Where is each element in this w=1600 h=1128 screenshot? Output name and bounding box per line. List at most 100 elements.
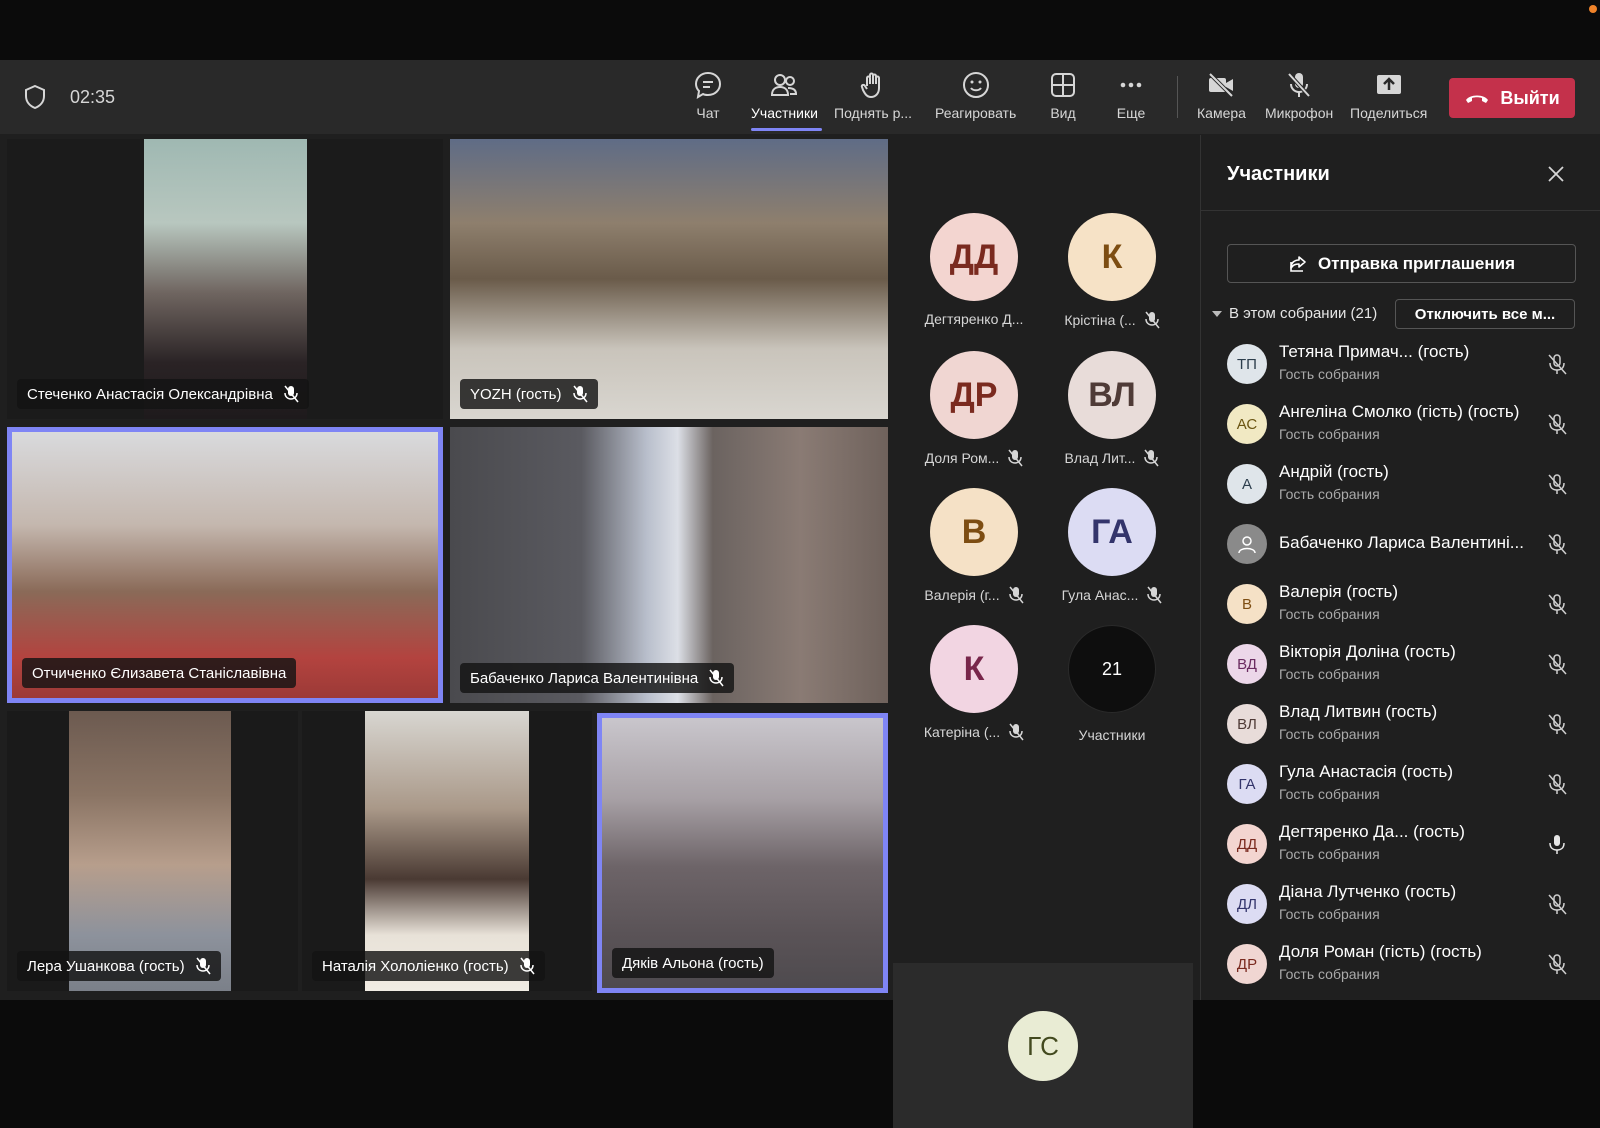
mic-off-icon xyxy=(1008,586,1024,604)
mic-off-icon xyxy=(195,957,211,975)
participant-row[interactable]: ДД Дегтяренко Да... (гость) Гость собрания xyxy=(1201,814,1600,874)
section-toggle[interactable]: В этом собрании (21) xyxy=(1211,305,1377,322)
mic-off-icon[interactable] xyxy=(1546,653,1568,675)
video-tile[interactable]: Бабаченко Лариса Валентинівна xyxy=(450,427,888,703)
avatar-tile[interactable]: ДД Дегтяренко Д... xyxy=(908,213,1040,343)
participant-row[interactable]: ГА Гула Анастасія (гость) Гость собрания xyxy=(1201,754,1600,814)
self-view-tile[interactable]: ГС xyxy=(893,963,1193,1128)
mic-off-icon[interactable] xyxy=(1546,413,1568,435)
close-icon[interactable] xyxy=(1547,165,1565,183)
participant-role: Гость собрания xyxy=(1279,966,1380,982)
mic-label: Микрофон xyxy=(1265,105,1334,121)
mic-off-icon xyxy=(1008,449,1023,467)
video-tile[interactable]: Стеченко Анастасія Олександрівна xyxy=(7,139,443,419)
toolbar-divider xyxy=(1177,76,1178,118)
video-tile[interactable]: YOZH (гость) xyxy=(450,139,888,419)
participant-name: Бабаченко Лариса Валентинівна xyxy=(470,669,699,687)
participant-role: Гость собрания xyxy=(1279,366,1380,382)
participants-button[interactable]: Участники xyxy=(751,70,818,128)
participants-overflow-tile[interactable]: 21 Участники xyxy=(1046,625,1178,755)
mic-off-icon[interactable] xyxy=(1546,533,1568,555)
send-invite-button[interactable]: Отправка приглашения xyxy=(1227,244,1576,283)
participant-row[interactable]: ТП Тетяна Примач... (гость) Гость собрания xyxy=(1201,334,1600,394)
react-button[interactable]: Реагировать xyxy=(935,70,1016,128)
mic-off-icon[interactable] xyxy=(1546,713,1568,735)
mic-off-icon[interactable] xyxy=(1546,773,1568,795)
participant-count: 21 xyxy=(1068,625,1156,713)
mic-off-icon xyxy=(1144,449,1160,467)
share-button[interactable]: Поделиться xyxy=(1350,70,1427,128)
video-tile-active-speaker[interactable]: Отчиченко Єлизавета Станіславівна xyxy=(7,427,443,703)
grid-icon xyxy=(1051,73,1075,97)
participant-row[interactable]: ДЛ Діана Лутченко (гость) Гость собрания xyxy=(1201,874,1600,934)
mic-off-icon[interactable] xyxy=(1546,473,1568,495)
camera-button[interactable]: Камера xyxy=(1197,70,1246,128)
participant-nametag: Бабаченко Лариса Валентинівна xyxy=(460,663,735,693)
participant-name: Ангеліна Смолко (гість) (гость) xyxy=(1279,402,1520,421)
participant-name: Отчиченко Єлизавета Станіславівна xyxy=(32,664,287,682)
participant-name: Гула Анастасія (гость) xyxy=(1279,762,1453,781)
avatar-tile[interactable]: В Валерія (г... xyxy=(908,488,1040,618)
ellipsis-icon xyxy=(1120,82,1142,88)
avatar: ДР xyxy=(930,351,1018,439)
participant-nametag: Дяків Альона (гость) xyxy=(612,948,774,978)
participant-nametag: Стеченко Анастасія Олександрівна xyxy=(17,379,309,409)
share-label: Поделиться xyxy=(1350,105,1428,121)
avatar: ТП xyxy=(1227,344,1267,384)
avatar-tile[interactable]: ДР Доля Ром... xyxy=(908,351,1040,481)
mute-all-button[interactable]: Отключить все м... xyxy=(1395,299,1575,329)
avatar-tile[interactable]: ВЛ Влад Лит... xyxy=(1046,351,1178,481)
mic-off-icon[interactable] xyxy=(1546,893,1568,915)
mic-off-icon xyxy=(572,385,588,403)
participant-name: Дяків Альона (гость) xyxy=(622,954,764,972)
chat-button[interactable]: Чат xyxy=(693,70,723,128)
participant-name: Діана Лутченко (гость) xyxy=(1279,882,1457,901)
divider xyxy=(1201,210,1600,211)
chevron-down-icon xyxy=(1212,310,1222,317)
participant-role: Гость собрания xyxy=(1279,906,1380,922)
video-tile-active-speaker[interactable]: Дяків Альона (гость) xyxy=(597,713,888,993)
mic-off-icon[interactable] xyxy=(1546,353,1568,375)
meeting-toolbar: 02:35 Чат Участники Поднять р... Реагиро… xyxy=(0,60,1600,135)
avatar xyxy=(1227,524,1267,564)
raise-hand-button[interactable]: Поднять р... xyxy=(834,70,912,128)
participant-row[interactable]: ДР Доля Роман (гість) (гость) Гость собран… xyxy=(1201,934,1600,994)
more-button[interactable]: Еще xyxy=(1116,70,1146,128)
avatar-tile[interactable]: ГА Гула Анас... xyxy=(1046,488,1178,618)
avatar-tile[interactable]: К Катеріна (... xyxy=(908,625,1040,755)
hangup-icon xyxy=(1466,95,1489,103)
participant-row[interactable]: А Андрій (гость) Гость собрания xyxy=(1201,454,1600,514)
video-tile[interactable]: Наталія Хололіенко (гость) xyxy=(302,711,592,991)
leave-button[interactable]: Выйти xyxy=(1449,78,1575,118)
participant-row[interactable]: В Валерія (гость) Гость собрания xyxy=(1201,574,1600,634)
avatar-name: Валерія (г... xyxy=(924,587,1000,603)
participant-row[interactable]: ВД Вікторія Доліна (гость) Гость собрания xyxy=(1201,634,1600,694)
mic-button[interactable]: Микрофон xyxy=(1265,70,1333,128)
recording-dot-icon xyxy=(1589,5,1597,13)
avatar-tile[interactable]: К Крістіна (... xyxy=(1046,213,1178,343)
avatar: ДД xyxy=(930,213,1018,301)
hand-icon xyxy=(860,72,881,98)
mic-off-icon[interactable] xyxy=(1546,593,1568,615)
mic-off-icon xyxy=(284,385,299,403)
mic-icon[interactable] xyxy=(1546,833,1568,855)
avatar: ВЛ xyxy=(1227,704,1267,744)
mic-off-icon[interactable] xyxy=(1546,953,1568,975)
participants-list: ТП Тетяна Примач... (гость) Гость собрания… xyxy=(1201,334,1600,994)
react-label: Реагировать xyxy=(935,105,1017,121)
participant-row[interactable]: ВЛ Влад Литвин (гость) Гость собрания xyxy=(1201,694,1600,754)
participant-row[interactable]: АС Ангеліна Смолко (гість) (гость) Гость с… xyxy=(1201,394,1600,454)
participant-row[interactable]: Бабаченко Лариса Валентині... xyxy=(1201,514,1600,574)
participants-label: Участники xyxy=(751,105,818,121)
participant-role: Гость собрания xyxy=(1279,786,1380,802)
participant-nametag: Лера Ушанкова (гость) xyxy=(17,951,221,981)
avatar: ГС xyxy=(1008,1011,1078,1081)
view-button[interactable]: Вид xyxy=(1048,70,1078,128)
video-feed xyxy=(450,427,888,703)
avatar: А xyxy=(1227,464,1267,504)
participant-name: Тетяна Примач... (гость) xyxy=(1279,342,1470,361)
mic-off-icon xyxy=(1009,723,1024,741)
video-tile[interactable]: Лера Ушанкова (гость) xyxy=(7,711,298,991)
participant-name: Дегтяренко Да... (гость) xyxy=(1279,822,1465,841)
shield-icon[interactable] xyxy=(24,85,46,109)
